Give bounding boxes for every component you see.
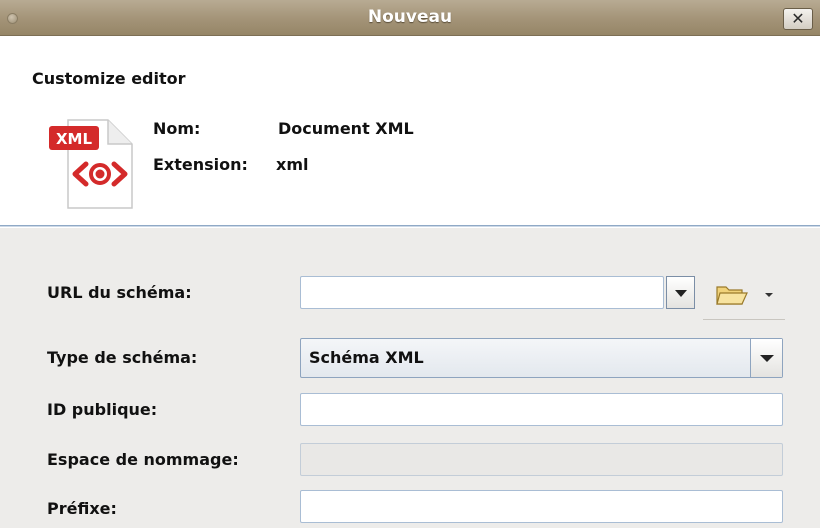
schema-type-label: Type de schéma:	[47, 348, 198, 367]
header-divider	[0, 225, 820, 227]
chevron-down-icon	[675, 290, 687, 297]
folder-open-icon	[716, 286, 748, 305]
caret-down-icon	[765, 293, 773, 297]
namespace-input	[300, 443, 783, 476]
public-id-input[interactable]	[300, 393, 783, 426]
schema-form: URL du schéma: Type de schéma: Schéma XM…	[0, 228, 820, 528]
browse-button[interactable]	[703, 274, 785, 320]
schema-type-select[interactable]: Schéma XML	[300, 338, 783, 378]
xml-file-icon: XML	[49, 119, 133, 209]
close-button[interactable]: ✕	[783, 8, 813, 30]
prefix-input[interactable]	[300, 490, 783, 523]
schema-url-label: URL du schéma:	[47, 283, 192, 302]
schema-url-input[interactable]	[300, 276, 664, 309]
title-bar[interactable]: Nouveau ✕	[0, 0, 820, 36]
extension-value: xml	[276, 155, 309, 174]
namespace-label: Espace de nommage:	[47, 450, 239, 469]
xml-badge-text: XML	[56, 130, 92, 148]
prefix-label: Préfixe:	[47, 499, 117, 518]
name-label: Nom:	[153, 119, 201, 138]
name-value: Document XML	[278, 119, 414, 138]
close-icon: ✕	[791, 9, 805, 28]
window-title: Nouveau	[367, 7, 453, 27]
public-id-label: ID publique:	[47, 400, 158, 419]
chevron-down-icon	[760, 355, 774, 362]
panel-title: Customize editor	[32, 69, 186, 88]
schema-type-dropdown-button[interactable]	[750, 339, 782, 377]
extension-label: Extension:	[153, 155, 248, 174]
schema-type-value: Schéma XML	[309, 348, 424, 367]
schema-url-history-button[interactable]	[666, 276, 695, 309]
